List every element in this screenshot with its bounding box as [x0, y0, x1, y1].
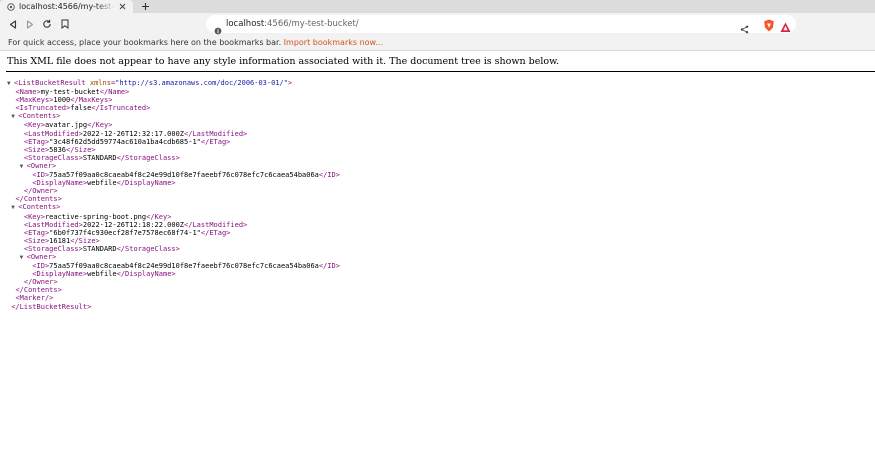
xml-line-lastmodified: <LastModified>2022-12-26T12:32:17.000Z</… — [23, 129, 248, 138]
xml-style-warning: This XML file does not appear to have an… — [7, 56, 560, 67]
xml-line-root-close: </ListBucketResult> — [11, 302, 92, 311]
xml-line-storageclass: <StorageClass>STANDARD</StorageClass> — [23, 244, 180, 253]
globe-icon — [7, 2, 15, 11]
divider — [6, 71, 875, 72]
xml-line-contents-close: </Contents> — [15, 195, 62, 204]
share-icon[interactable] — [740, 19, 749, 34]
xml-line-contents-open: ▼ <Contents> — [11, 203, 61, 212]
site-info-icon[interactable] — [214, 20, 222, 35]
brave-shields-icon[interactable] — [763, 17, 775, 32]
xml-line-size: <Size>5836</Size> — [23, 145, 96, 154]
tab-strip: localhost:4566/my-test-bucket — [0, 0, 875, 13]
xml-line-displayname: <DisplayName>webfile</DisplayName> — [32, 179, 176, 188]
forward-button[interactable] — [25, 19, 35, 29]
close-tab-icon[interactable] — [118, 2, 127, 11]
xml-line-key: <Key>reactive-spring-boot.png</Key> — [23, 212, 172, 221]
xml-line-id: <ID>75aa57f09aa0c8caeab4f8c24e99d10f8e7f… — [32, 171, 340, 180]
xml-line-maxkeys: <MaxKeys>1000</MaxKeys> — [15, 96, 113, 105]
xml-line-owner-close: </Owner> — [23, 278, 58, 287]
url-path: :4566/my-test-bucket/ — [264, 19, 359, 29]
bookmarks-bar: For quick access, place your bookmarks h… — [0, 35, 875, 51]
xml-line-contents-open: ▼ <Contents> — [11, 112, 61, 121]
xml-line-name: <Name>my-test-bucket</Name> — [15, 88, 130, 97]
tab-title: localhost:4566/my-test-bucket — [19, 2, 115, 11]
xml-line-contents-close: </Contents> — [15, 286, 62, 295]
import-bookmarks-link[interactable]: Import bookmarks now... — [284, 38, 383, 47]
xml-line-etag: <ETag>"6b0f737f4c930ecf28f7e7578ec68f74-… — [23, 228, 231, 237]
xml-line-root-open: ▼ <ListBucketResult xmlns="http://s3.amaz… — [7, 79, 293, 88]
new-tab-button[interactable] — [140, 1, 151, 12]
collapse-toggle-icon[interactable]: ▼ — [7, 80, 14, 88]
collapse-toggle-icon[interactable]: ▼ — [20, 163, 27, 171]
xml-tree: ▼ <ListBucketResult xmlns="http://s3.amaz… — [7, 79, 340, 311]
xml-line-id: <ID>75aa57f09aa0c8caeab4f8c24e99d10f8e7f… — [32, 262, 340, 271]
browser-tab[interactable]: localhost:4566/my-test-bucket — [0, 0, 133, 13]
xml-line-key: <Key>avatar.jpg</Key> — [23, 121, 113, 130]
address-bar[interactable]: localhost:4566/my-test-bucket/ — [206, 15, 796, 35]
bookmark-icon[interactable] — [60, 19, 70, 29]
xml-line-istruncated: <IsTruncated>false</IsTruncated> — [15, 104, 151, 113]
xml-line-storageclass: <StorageClass>STANDARD</StorageClass> — [23, 153, 180, 162]
xml-line-owner-close: </Owner> — [23, 187, 58, 196]
xml-line-marker: <Marker/> — [15, 294, 54, 303]
brave-rewards-icon[interactable] — [780, 18, 791, 32]
back-button[interactable] — [8, 19, 18, 29]
xml-line-displayname: <DisplayName>webfile</DisplayName> — [32, 270, 176, 279]
xml-line-lastmodified: <LastModified>2022-12-26T12:18:22.000Z</… — [23, 220, 248, 229]
bookmarks-bar-message: For quick access, place your bookmarks h… — [8, 35, 383, 50]
xml-line-owner-open: ▼ <Owner> — [19, 252, 57, 262]
url-host: localhost — [226, 19, 265, 29]
xml-line-owner-open: ▼ <Owner> — [19, 161, 57, 171]
bookmarks-hint-text: For quick access, place your bookmarks h… — [8, 38, 282, 47]
xml-line-size: <Size>16181</Size> — [23, 236, 100, 245]
xml-line-etag: <ETag>"3c48f62d5dd59774ac610a1ba4cdb685-… — [23, 137, 231, 146]
url-text[interactable]: localhost:4566/my-test-bucket/ — [226, 15, 359, 33]
reload-button[interactable] — [42, 19, 52, 29]
navigation-toolbar: localhost:4566/my-test-bucket/ — [0, 13, 875, 35]
collapse-toggle-icon[interactable]: ▼ — [20, 254, 27, 262]
